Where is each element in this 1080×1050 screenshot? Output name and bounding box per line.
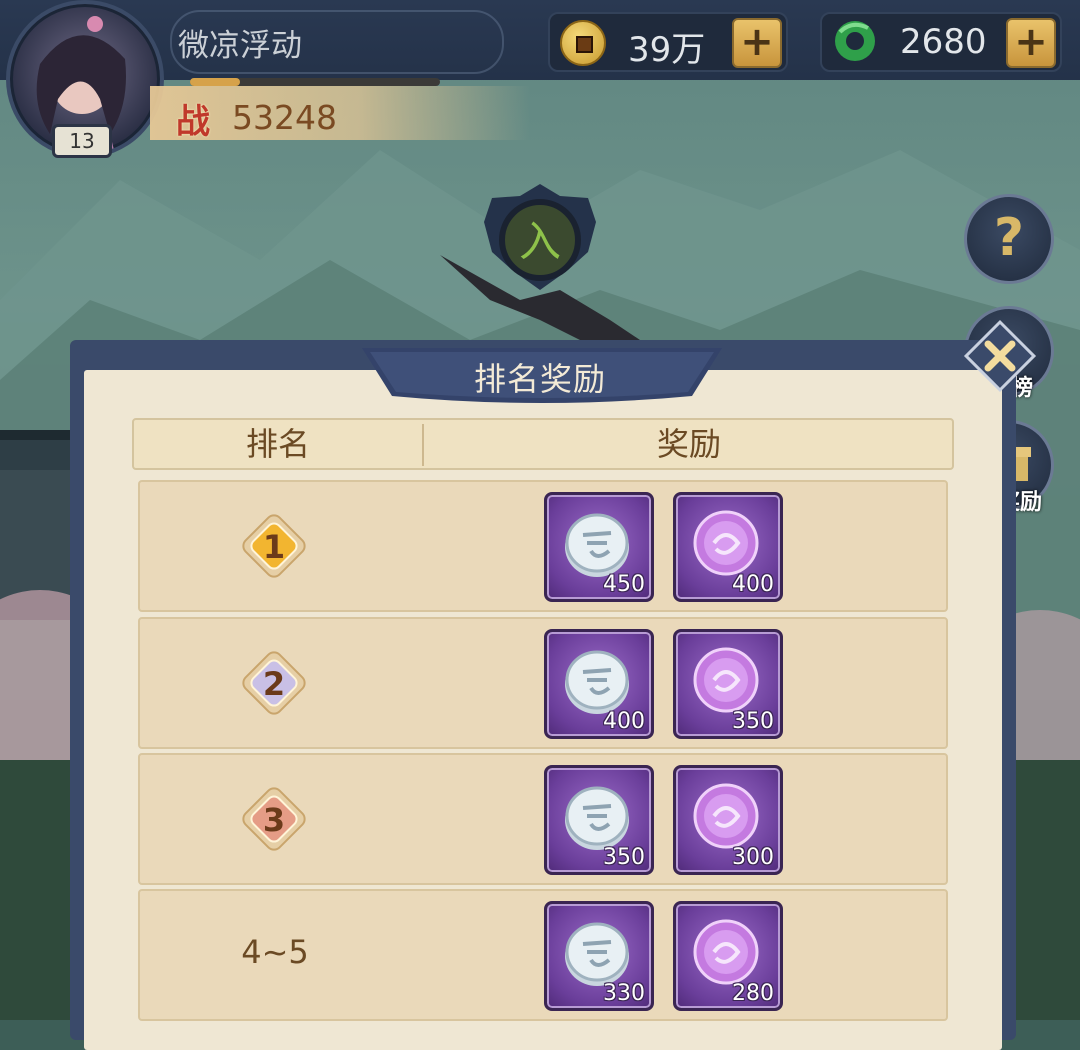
reward-count: 350 [603, 845, 645, 870]
add-jade-button[interactable]: + [1006, 18, 1056, 68]
silver-spirit-coin-icon [565, 513, 629, 577]
reward-item[interactable]: 300 [673, 765, 783, 875]
reward-item[interactable]: 330 [544, 901, 654, 1011]
reward-count: 300 [732, 845, 774, 870]
purple-spirit-coin-icon [693, 647, 759, 713]
reward-count: 400 [732, 572, 774, 597]
rank-number: 3 [263, 801, 285, 839]
reward-item[interactable]: 350 [544, 765, 654, 875]
combat-power-value: 53248 [232, 98, 337, 137]
jade-icon [835, 21, 875, 61]
purple-spirit-coin-icon [693, 783, 759, 849]
jade-currency: 2680 + [820, 12, 1062, 72]
help-button[interactable]: ? [964, 194, 1054, 284]
combat-power-icon: 战 [176, 102, 210, 142]
copper-coin-icon [560, 20, 606, 66]
level-badge: 13 [52, 124, 112, 158]
purple-spirit-coin-icon [693, 919, 759, 985]
reward-count: 350 [732, 709, 774, 734]
reward-row: 4~5 330 280 [138, 889, 948, 1021]
jade-value: 2680 [900, 22, 987, 62]
purple-spirit-coin-icon [693, 510, 759, 576]
reward-count: 450 [603, 572, 645, 597]
reward-row: 2 400 350 [138, 617, 948, 749]
reward-item[interactable]: 450 [544, 492, 654, 602]
reward-count: 280 [732, 981, 774, 1006]
rank-number: 2 [263, 665, 285, 703]
dialog-title: 排名奖励 [473, 360, 606, 398]
player-name: 微凉浮动 [178, 28, 302, 64]
rank-badge-icon: 1 [242, 514, 306, 578]
emblem-glyph: 入 [519, 217, 561, 266]
silver-spirit-coin-icon [565, 922, 629, 986]
copper-value: 39万 [628, 30, 706, 70]
reward-item[interactable]: 280 [673, 901, 783, 1011]
copper-currency: 39万 + [548, 12, 788, 72]
element-emblem: 入 [484, 184, 596, 290]
silver-spirit-coin-icon [565, 650, 629, 714]
reward-item[interactable]: 400 [673, 492, 783, 602]
rank-range: 4~5 [241, 933, 309, 971]
reward-count: 400 [603, 709, 645, 734]
table-header: 排名 奖励 [132, 418, 954, 470]
reward-row: 1 450 400 [138, 480, 948, 612]
silver-spirit-coin-icon [565, 786, 629, 850]
reward-item[interactable]: 400 [544, 629, 654, 739]
add-copper-button[interactable]: + [732, 18, 782, 68]
close-button[interactable] [962, 318, 1038, 394]
rank-badge-icon: 2 [242, 651, 306, 715]
reward-row: 3 350 300 [138, 753, 948, 885]
experience-bar [190, 78, 440, 86]
reward-count: 330 [603, 981, 645, 1006]
reward-item[interactable]: 350 [673, 629, 783, 739]
header-rank: 排名 [245, 425, 310, 463]
header-reward: 奖励 [656, 425, 721, 463]
rank-badge-icon: 3 [242, 787, 306, 851]
rank-number: 1 [263, 528, 285, 566]
